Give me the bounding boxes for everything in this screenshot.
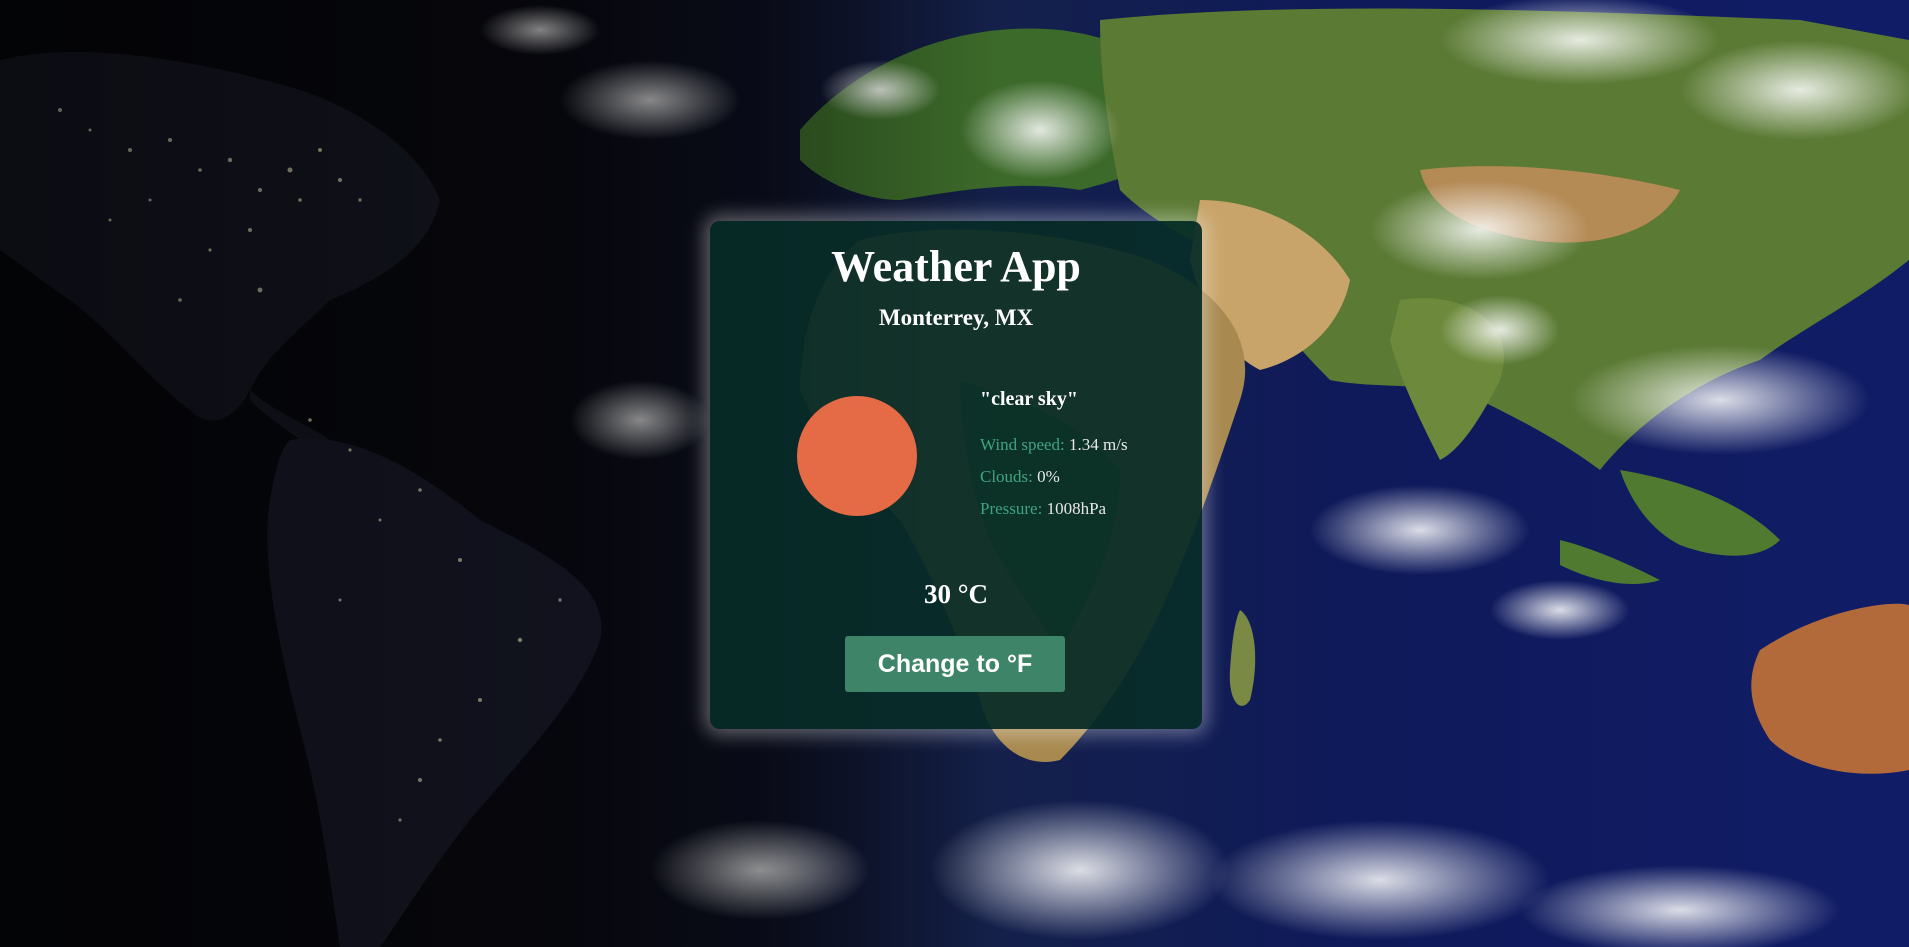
clouds-row: Clouds: 0% <box>980 468 1190 500</box>
clouds-label: Clouds: <box>980 467 1038 486</box>
wind-speed-label: Wind speed: <box>980 435 1070 454</box>
pressure-label: Pressure: <box>980 499 1047 518</box>
wind-speed-row: Wind speed: 1.34 m/s <box>980 436 1190 468</box>
change-unit-button[interactable]: Change to °F <box>845 636 1065 692</box>
pressure-row: Pressure: 1008hPa <box>980 500 1190 532</box>
pressure-value: 1008hPa <box>1046 499 1107 518</box>
app-title: Weather App <box>831 242 1081 291</box>
sun-icon <box>797 396 917 516</box>
clouds-value: 0% <box>1037 467 1060 486</box>
location-label: Monterrey, MX <box>878 305 1034 330</box>
weather-card: Weather App Monterrey, MX "clear sky" Wi… <box>710 221 1202 729</box>
weather-description: "clear sky" <box>980 388 1078 410</box>
temperature-value: 30 °C <box>923 579 989 609</box>
weather-details: "clear sky" Wind speed: 1.34 m/s Clouds:… <box>980 389 1190 532</box>
wind-speed-value: 1.34 m/s <box>1069 435 1128 454</box>
